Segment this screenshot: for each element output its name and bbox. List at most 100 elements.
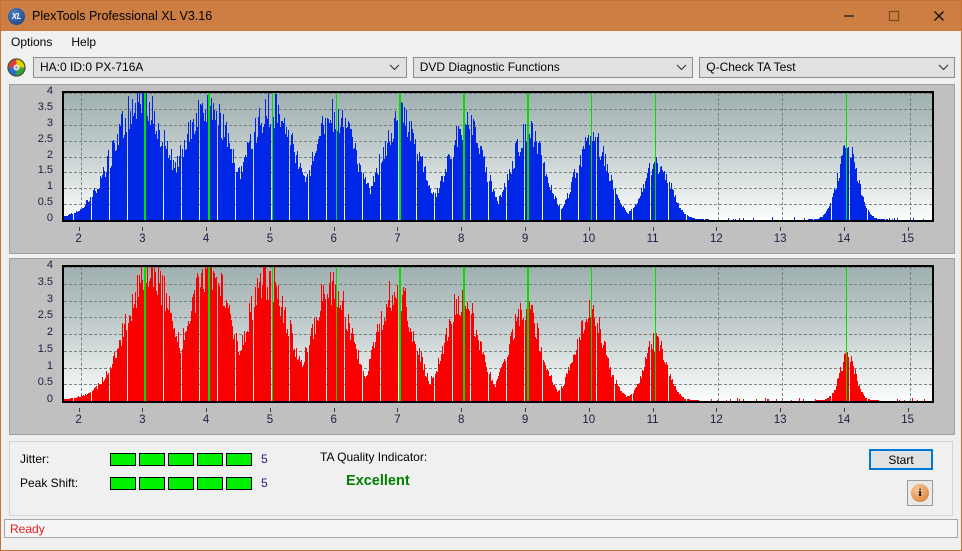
chart-bar [727,218,729,220]
x-axis-tick [78,408,80,412]
chart-bar [899,399,901,401]
results-panel: Jitter: 5 Peak Shift: 5 TA Quality Indic… [9,441,953,516]
chart-marker-line [271,93,274,220]
x-axis-tick [461,227,463,231]
menu-item-options[interactable]: Options [9,33,61,51]
x-axis-tick [843,408,845,412]
x-axis-tick-label: 3 [139,233,146,245]
x-axis-tick-label: 5 [266,414,274,426]
chart-marker-line [335,93,338,220]
jitter-meter-label: Jitter: [20,452,50,466]
ta-quality-block: TA Quality Indicator: Excellent [320,450,550,489]
y-axis-tick-label: 3 [46,292,53,305]
chart-bar [888,218,890,220]
x-axis-tick-label: 8 [458,233,465,245]
chart-marker-line [527,267,529,401]
chart-bar [791,399,793,401]
peak-shift-chart: 0 0.5 1 1.5 2 2.5 3 3.5 4 2 3 4 5 6 7 8 9 10 11 12 13 14 15 [9,258,955,435]
gridline-vertical [909,267,911,401]
jitter-chart-plot [62,91,934,222]
app-logo-icon: XL [8,7,25,25]
chart-bar [725,400,727,401]
chart-bar [913,217,915,220]
jitter-chart: 0 0.5 1 1.5 2 2.5 3 3.5 4 2 3 4 5 6 7 8 9 10 11 12 13 14 15 [9,84,955,254]
gridline-horizontal [64,93,932,94]
peak-shift-chart-y-axis: 0 0.5 1 1.5 2 2.5 3 3.5 4 [10,259,58,405]
x-axis-tick [269,227,271,231]
chevron-down-icon [388,63,402,71]
meter-segment [197,476,223,490]
x-axis-tick [907,408,909,412]
x-axis-tick [588,408,590,412]
peak-shift-meter-label: Peak Shift: [20,476,79,490]
y-axis-tick-label: 2.5 [37,132,53,145]
menu-item-help[interactable]: Help [69,33,105,51]
chart-bar [737,398,739,401]
x-axis-tick-label: 6 [330,414,337,426]
y-axis-tick-label: 3.5 [37,275,53,288]
chart-bar [802,399,804,401]
ta-quality-value: Excellent [346,473,410,489]
gridline-horizontal [64,220,932,221]
chart-bar [891,218,893,220]
chart-bar [739,399,741,401]
window-controls [826,1,961,31]
chart-bar [764,398,766,401]
x-axis-tick-label: 10 [582,414,596,426]
y-axis-tick-label: 3.5 [37,100,53,113]
chart-marker-line [590,93,593,220]
x-axis-tick-label: 15 [901,414,915,426]
info-button[interactable]: i [907,480,933,506]
x-axis-tick-label: 4 [202,414,210,426]
title-bar: XL PlexTools Professional XL V3.16 [1,1,961,31]
test-select[interactable]: Q-Check TA Test [699,56,955,78]
chart-bar [707,219,709,220]
y-axis-tick-label: 2.5 [37,309,53,322]
y-axis-tick-label: 1.5 [37,342,53,355]
chart-bar [756,399,758,401]
chart-marker-line [463,93,465,220]
drive-select[interactable]: HA:0 ID:0 PX-716A [33,56,407,78]
menu-bar: Options Help [1,31,961,52]
y-axis-tick-label: 2 [46,326,53,338]
y-axis-tick-label: 0 [46,212,53,224]
x-axis-tick [525,227,527,231]
start-button[interactable]: Start [869,449,933,470]
jitter-meter-segments [110,452,252,466]
y-axis-tick-label: 0 [46,393,53,405]
peak-shift-meter-row: Peak Shift: 5 [20,476,268,490]
minimize-icon[interactable] [826,1,871,31]
function-select[interactable]: DVD Diagnostic Functions [412,56,694,78]
chart-marker-line [654,267,657,401]
x-axis-tick [78,227,80,231]
gridline-vertical [782,93,784,220]
chart-marker-line [208,93,210,220]
maximize-icon[interactable] [871,1,916,31]
gridline-vertical [782,267,784,401]
x-axis-tick [333,408,335,412]
chart-bar [742,217,744,220]
chart-marker-line [463,267,465,401]
meter-segment [110,452,136,466]
x-axis-tick [206,227,208,231]
gridline-vertical [909,93,911,220]
info-icon: i [911,484,929,502]
jitter-chart-x-axis: 2 3 4 5 6 7 8 9 10 11 12 13 14 15 [10,227,954,247]
chart-bar [739,217,741,220]
app-window: XL PlexTools Professional XL V3.16 Optio… [0,0,962,551]
peak-shift-meter-value: 5 [261,476,268,490]
y-axis-tick-label: 4 [46,259,53,271]
x-axis-tick [525,408,527,412]
x-axis-tick [780,227,782,231]
x-axis-tick-label: 13 [773,414,787,426]
y-axis-tick-label: 1 [46,180,53,193]
close-icon[interactable] [916,1,961,31]
x-axis-tick [716,227,718,231]
function-select-value: DVD Diagnostic Functions [419,60,560,74]
gridline-horizontal [64,267,932,268]
chart-marker-line [144,267,146,401]
chart-bar [768,398,770,401]
chart-bar [717,400,719,401]
x-axis-tick [142,408,144,412]
gridline-horizontal [64,124,932,126]
